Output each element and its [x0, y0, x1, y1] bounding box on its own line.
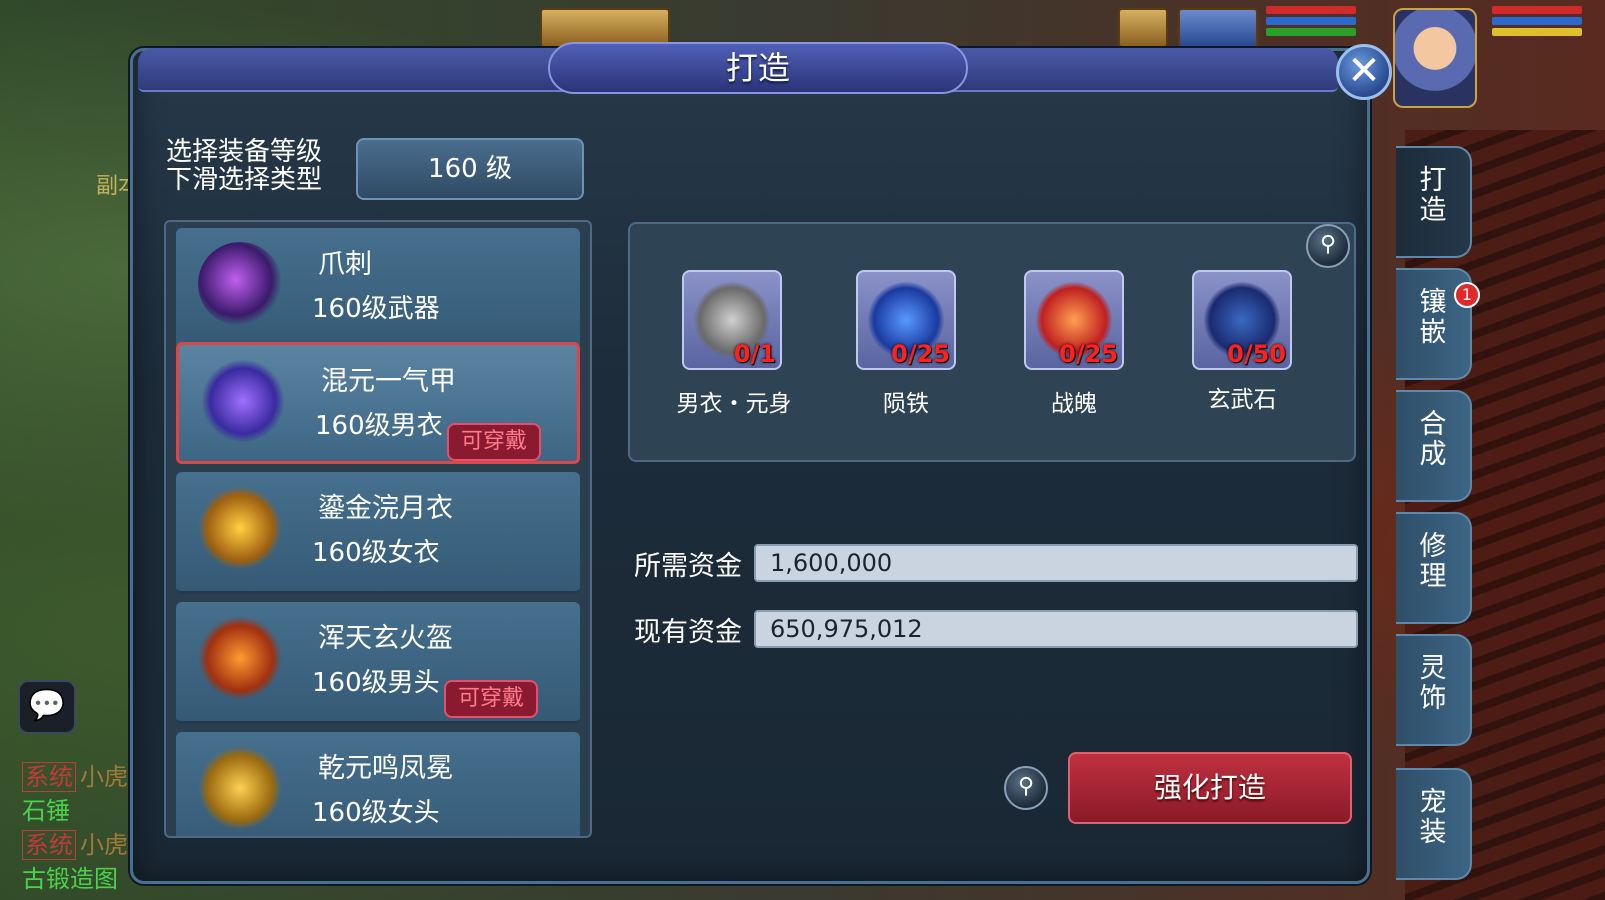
material-slot[interactable]: 0/25 [1024, 270, 1124, 370]
armor-icon [201, 359, 285, 443]
helmet-icon [198, 616, 282, 700]
material-slot[interactable]: 0/50 [1192, 270, 1292, 370]
player-avatar[interactable] [1393, 8, 1477, 108]
wearable-badge: 可穿戴 [444, 680, 539, 718]
material-slot[interactable]: 0/25 [856, 270, 956, 370]
panel-title: 打造 [548, 42, 968, 94]
equipment-list[interactable]: 爪刺 160级武器 混元一气甲 160级男衣 可穿戴 鎏金浣月衣 160级女衣 … [164, 220, 592, 838]
list-item-selected[interactable]: 混元一气甲 160级男衣 可穿戴 [176, 342, 580, 464]
tab-spirit-accessory[interactable]: 灵饰 [1396, 634, 1472, 746]
chat-line: 古锻造图 [22, 865, 118, 893]
current-funds-value: 650,975,012 [754, 610, 1358, 648]
chat-line: 系统 小虎 [22, 760, 128, 794]
player-status-bars [1492, 6, 1582, 46]
enhance-forge-button[interactable]: 强化打造 [1068, 752, 1352, 824]
robe-icon [198, 486, 282, 570]
material-name: 玄武石 [1207, 387, 1277, 413]
chat-line: 系统 小虎 [22, 828, 128, 862]
tab-repair[interactable]: 修理 [1396, 512, 1472, 624]
list-item[interactable]: 浑天玄火盔 160级男头 可穿戴 [176, 602, 580, 724]
level-selector[interactable]: 160 级 [356, 138, 584, 200]
materials-search-button[interactable]: ⚲ [1306, 224, 1350, 268]
current-funds-label: 现有资金 [634, 617, 742, 648]
notification-badge: 1 [1454, 282, 1480, 308]
tab-pet-equipment[interactable]: 宠装 [1396, 768, 1472, 880]
material-name: 男衣・元身 [676, 391, 792, 417]
close-button[interactable]: ✕ [1336, 44, 1392, 100]
magnifier-icon: ⚲ [1319, 232, 1337, 257]
list-item[interactable]: 鎏金浣月衣 160级女衣 [176, 472, 580, 594]
pet-status-bars [1266, 6, 1356, 46]
required-funds-value: 1,600,000 [754, 544, 1358, 582]
chat-line: 石锤 [22, 797, 70, 825]
magnifier-icon: ⚲ [1017, 774, 1035, 799]
close-icon: ✕ [1347, 48, 1381, 94]
material-name: 陨铁 [883, 391, 929, 417]
crown-icon [198, 746, 282, 830]
preview-search-button-core[interactable]: ⚲ [1004, 766, 1048, 810]
material-name: 战魄 [1051, 391, 1097, 417]
claw-weapon-icon [198, 242, 282, 326]
chat-log: 系统 小虎 石锤 系统 小虎 古锻造图 [22, 760, 128, 896]
chat-button[interactable]: 💬 [18, 680, 76, 734]
pet-portrait[interactable] [1178, 8, 1258, 48]
list-item[interactable]: 爪刺 160级武器 [176, 228, 580, 350]
wearable-badge: 可穿戴 [447, 423, 542, 461]
pet-avatar-icon[interactable] [1118, 8, 1168, 48]
material-slot[interactable]: 0/1 [682, 270, 782, 370]
level-label: 选择装备等级 下滑选择类型 [166, 137, 323, 195]
tab-synthesis[interactable]: 合成 [1396, 390, 1472, 502]
chat-bubble-icon: 💬 [28, 688, 66, 723]
required-funds-label: 所需资金 [634, 551, 742, 582]
tab-forge[interactable]: 打造 [1396, 146, 1472, 258]
list-item[interactable]: 乾元鸣凤冕 160级女头 [176, 732, 580, 836]
